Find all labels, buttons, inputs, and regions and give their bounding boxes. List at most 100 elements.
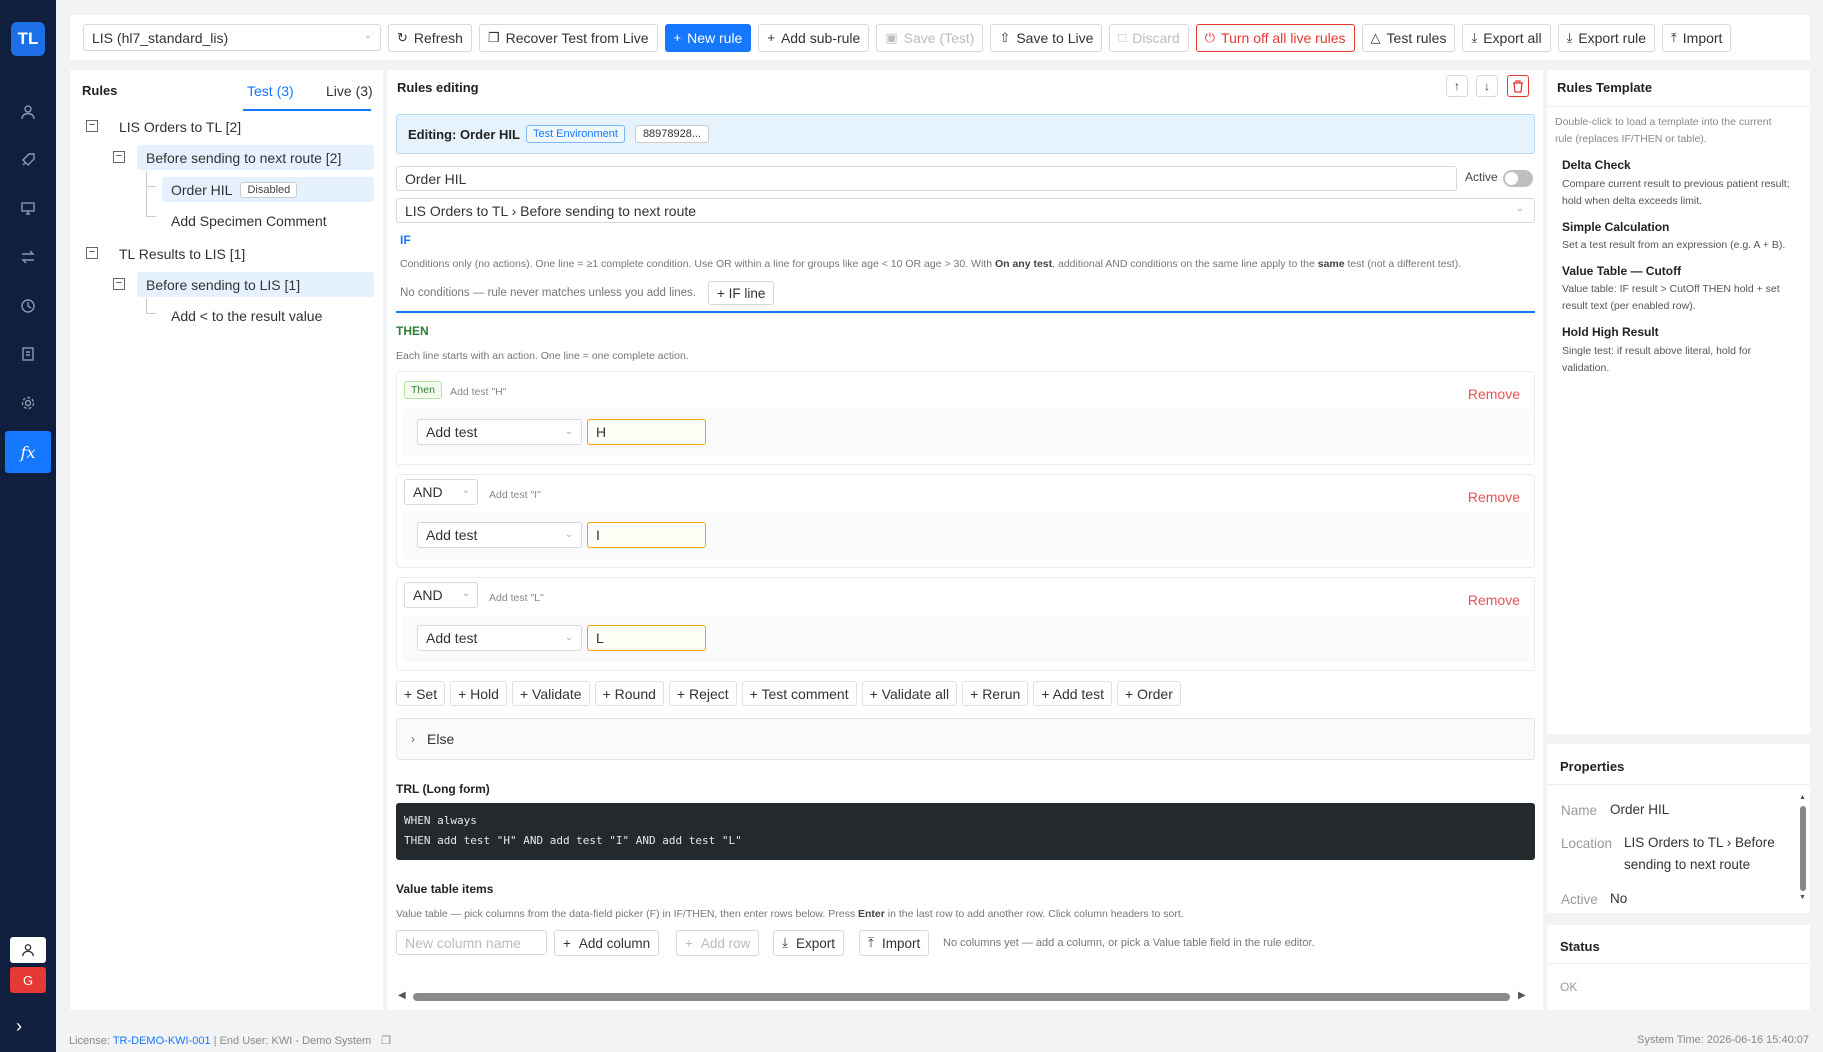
collapse-icon[interactable]: − [86, 247, 98, 259]
active-toggle[interactable] [1503, 170, 1533, 187]
tree-label: LIS Orders to TL [2] [119, 118, 242, 135]
user-icon[interactable] [8, 92, 48, 132]
connector-select[interactable]: AND ⌄ [404, 479, 478, 505]
properties-panel: Properties Name Order HIL Location LIS O… [1547, 744, 1810, 913]
prop-location-key: Location [1561, 836, 1613, 851]
action-type-select[interactable]: Add test ⌄ [417, 419, 582, 445]
rule-id-badge[interactable]: 88978928... [634, 125, 710, 143]
quick-validate-button[interactable]: + Validate [511, 681, 590, 706]
remove-action-button[interactable]: Remove [1468, 592, 1520, 608]
template-hold-high[interactable]: Hold High Result [1562, 325, 1659, 339]
scroll-right-icon[interactable]: ▶ [1518, 990, 1526, 1001]
rule-name-input[interactable]: Order HIL [396, 166, 1457, 191]
remove-action-button[interactable]: Remove [1468, 386, 1520, 402]
rocket-icon[interactable] [8, 140, 48, 180]
tree-label: Before sending to next route [2] [146, 149, 342, 166]
monitor-icon[interactable] [8, 188, 48, 228]
location-select[interactable]: LIS Orders to TL › Before sending to nex… [396, 198, 1535, 223]
scroll-down-icon[interactable]: ▼ [1799, 894, 1806, 901]
action-type-select[interactable]: Add test ⌄ [417, 522, 582, 548]
scroll-up-icon[interactable]: ▲ [1799, 794, 1806, 801]
template-delta-check[interactable]: Delta Check [1562, 158, 1631, 172]
quick-hold-button[interactable]: + Hold [450, 681, 507, 706]
quick-order-button[interactable]: + Order [1117, 681, 1181, 706]
action-value-input[interactable]: L [587, 625, 706, 651]
scroll-thumb[interactable] [1800, 806, 1806, 891]
recover-test-button[interactable]: ❐ Recover Test from Live [478, 23, 658, 52]
scroll-left-icon[interactable]: ◀ [398, 990, 406, 1001]
quick-reject-button[interactable]: + Reject [668, 681, 737, 706]
import-button[interactable]: ⤒ Import [1662, 23, 1732, 52]
tree-rule-order-hil[interactable]: Order HIL Disabled [162, 177, 374, 202]
collapse-icon[interactable]: − [86, 120, 98, 132]
license-label: License: [69, 1035, 113, 1047]
quick-round-button[interactable]: + Round [594, 681, 664, 706]
chevron-down-icon: ⌄ [564, 529, 573, 540]
add-row-label: Add row [700, 935, 751, 951]
profile-select[interactable]: LIS (hl7_standard_lis) ⌄ [83, 24, 381, 51]
user-profile-button[interactable] [10, 937, 46, 963]
template-value-table-cutoff[interactable]: Value Table — Cutoff [1562, 264, 1681, 278]
action-value-input[interactable]: H [587, 419, 706, 445]
report-icon[interactable] [8, 334, 48, 374]
test-rules-button[interactable]: △ Test rules [1361, 23, 1456, 52]
delete-icon[interactable] [1507, 75, 1529, 97]
action-body: Add test ⌄ I [403, 512, 1529, 559]
add-if-line-button[interactable]: + IF line [708, 281, 775, 305]
quick-set-button[interactable]: + Set [396, 681, 446, 706]
test-rules-label: Test rules [1386, 29, 1447, 46]
new-column-input[interactable]: New column name [396, 930, 547, 955]
quick-validate-all-button[interactable]: + Validate all [861, 681, 958, 706]
collapse-icon[interactable]: − [113, 278, 125, 290]
logout-button[interactable]: G [10, 967, 46, 993]
export-all-button[interactable]: ⤓ Export all [1462, 23, 1551, 52]
tree-group-before-lis[interactable]: Before sending to LIS [1] [137, 272, 374, 297]
refresh-button[interactable]: ↻ Refresh [388, 23, 472, 52]
history-icon[interactable] [8, 286, 48, 326]
chevron-down-icon: ⌄ [1515, 203, 1524, 214]
export-rule-button[interactable]: ⤓ Export rule [1557, 23, 1656, 52]
move-down-icon[interactable]: ↓ [1476, 75, 1498, 97]
action-hint: Add test "H" [450, 386, 507, 398]
action-type-value: Add test [426, 630, 478, 646]
quick-add-test-button[interactable]: + Add test [1033, 681, 1112, 706]
tree-group-tl-results[interactable]: TL Results to LIS [1] [119, 241, 245, 266]
add-row-button[interactable]: + Add row [676, 930, 760, 956]
function-icon[interactable]: fx [5, 431, 51, 473]
tab-test[interactable]: Test (3) [247, 83, 294, 99]
copy-icon[interactable]: ❐ [381, 1035, 391, 1047]
add-subrule-button[interactable]: + Add sub-rule [758, 23, 870, 52]
vt-import-button[interactable]: ⤒ Import [859, 930, 930, 956]
license-id[interactable]: TR-DEMO-KWI-001 [113, 1035, 211, 1047]
tree-group-before-next-route[interactable]: Before sending to next route [2] [137, 145, 374, 170]
tree-label: Add Specimen Comment [171, 212, 327, 229]
settings-icon[interactable] [8, 383, 48, 423]
swap-icon[interactable] [8, 237, 48, 277]
action-value-input[interactable]: I [587, 522, 706, 548]
tree-rule-specimen-comment[interactable]: Add Specimen Comment [171, 208, 327, 233]
template-simple-calc[interactable]: Simple Calculation [1562, 220, 1669, 234]
expand-sidebar-icon[interactable]: › [16, 1016, 22, 1037]
quick-rerun-button[interactable]: + Rerun [962, 681, 1029, 706]
save-live-button[interactable]: ⇧ Save to Live [990, 23, 1103, 52]
quick-test-comment-button[interactable]: + Test comment [741, 681, 857, 706]
new-rule-button[interactable]: + New rule [664, 23, 752, 52]
tree-group-lis-orders[interactable]: LIS Orders to TL [2] [119, 114, 241, 139]
if-help-bold: same [1317, 258, 1345, 270]
tree-rule-add-lt[interactable]: Add < to the result value [171, 303, 322, 328]
collapse-icon[interactable]: − [113, 151, 125, 163]
turn-off-live-button[interactable]: ⏻ Turn off all live rules [1195, 23, 1355, 52]
properties-scrollbar[interactable]: ▲ ▼ [1799, 794, 1806, 904]
remove-action-button[interactable]: Remove [1468, 489, 1520, 505]
vt-help-bold: Enter [858, 908, 885, 920]
save-test-button[interactable]: ▣ Save (Test) [876, 23, 984, 52]
action-type-select[interactable]: Add test ⌄ [417, 625, 582, 651]
tab-live[interactable]: Live (3) [326, 83, 373, 99]
connector-select[interactable]: AND ⌄ [404, 582, 478, 608]
vt-export-button[interactable]: ⤓ Export [773, 930, 844, 956]
discard-button[interactable]: □ Discard [1109, 23, 1189, 52]
move-up-icon[interactable]: ↑ [1446, 75, 1468, 97]
add-column-button[interactable]: + Add column [554, 930, 660, 956]
else-section[interactable]: › Else [396, 718, 1535, 760]
horizontal-scrollbar[interactable] [413, 993, 1510, 1001]
